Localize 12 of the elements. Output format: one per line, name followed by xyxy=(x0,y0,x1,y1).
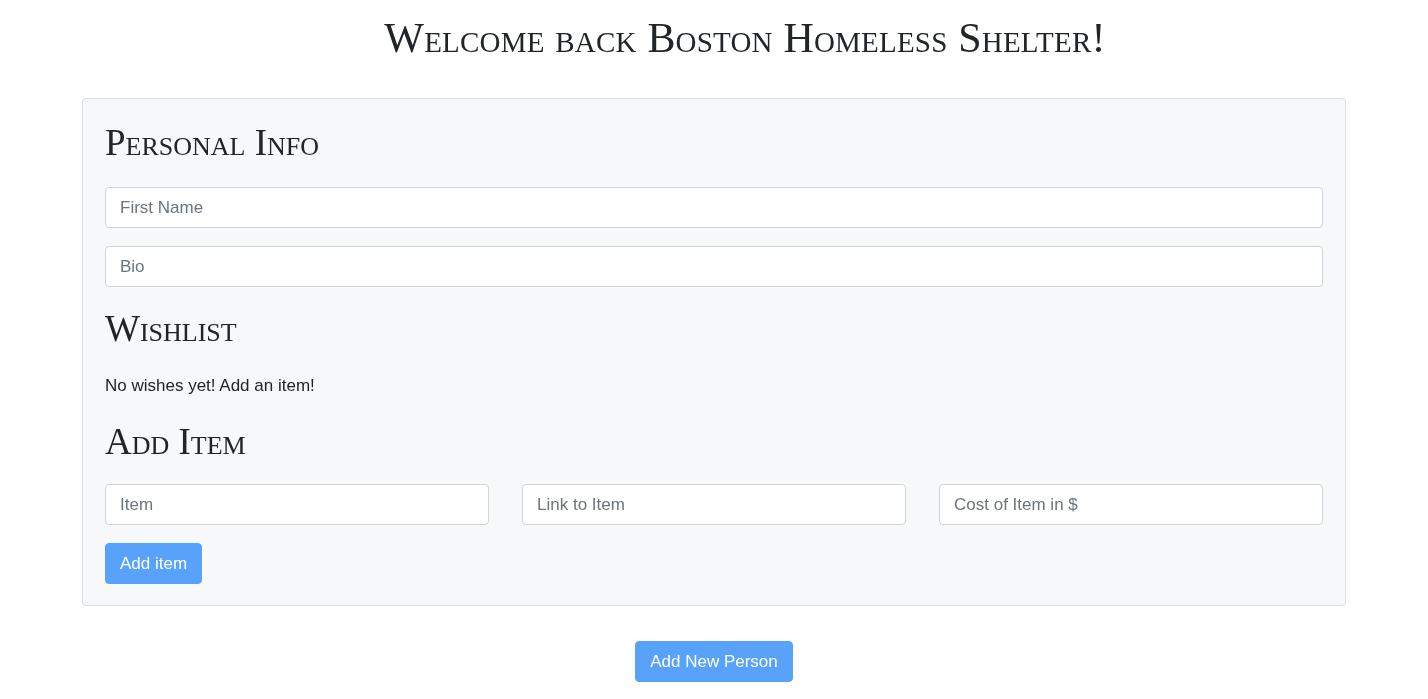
empty-message: No wishes yet! Add an item! xyxy=(105,375,315,397)
section-heading: Add Item xyxy=(105,420,246,464)
section-heading: Personal Info xyxy=(105,121,320,165)
add-person-button[interactable]: Add New Person xyxy=(635,641,793,682)
input-field[interactable]: Item xyxy=(105,484,489,525)
add-item-button[interactable]: Add item xyxy=(105,543,203,584)
input-field[interactable]: First Name xyxy=(105,187,1323,228)
input-field[interactable]: Bio xyxy=(105,246,1323,287)
input-field[interactable]: Cost of Item in $ xyxy=(939,484,1323,525)
section-heading: Wishlist xyxy=(105,307,237,351)
page-title: Welcome back Boston Homeless Shelter! xyxy=(384,14,1106,63)
input-field[interactable]: Link to Item xyxy=(522,484,906,525)
